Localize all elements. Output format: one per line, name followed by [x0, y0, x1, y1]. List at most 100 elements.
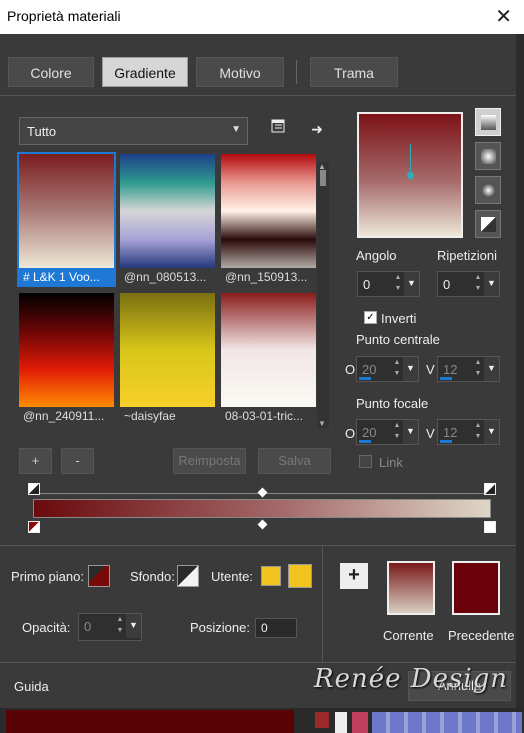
tab-gradiente[interactable]: Gradiente	[102, 57, 188, 87]
angle-handle[interactable]	[407, 172, 414, 179]
repeats-label: Ripetizioni	[437, 248, 497, 263]
foreground-label: Primo piano:	[11, 569, 84, 584]
window-title: Proprietà materiali	[7, 8, 121, 24]
gradient-thumbnail[interactable]: 08-03-01-tric...	[221, 293, 316, 424]
gradient-preview[interactable]	[357, 112, 463, 238]
gradient-grid: # L&K 1 Voo... @nn_080513... @nn_150913...…	[17, 152, 317, 428]
sunburst-style-button[interactable]	[475, 210, 501, 238]
opacity-value: 0	[84, 619, 92, 634]
spin-arrows-icon[interactable]: ▲ ▼	[392, 272, 404, 296]
angle-value: 0	[363, 277, 371, 292]
color-midpoint[interactable]	[257, 519, 268, 530]
gradient-swatch	[19, 154, 114, 268]
opacity-stop-right[interactable]	[484, 483, 496, 495]
gradient-name: 08-03-01-tric...	[225, 409, 304, 423]
spin-arrows-icon[interactable]: ▲ ▼	[391, 357, 403, 381]
opacity-midpoint[interactable]	[257, 487, 268, 498]
chevron-down-icon[interactable]: ▼	[403, 357, 418, 381]
gradient-thumbnail[interactable]: ~daisyfae	[120, 293, 215, 424]
grid-scrollbar[interactable]: ▲ ▼	[317, 162, 329, 428]
background-label: Sfondo:	[130, 569, 175, 584]
chevron-down-icon[interactable]: ▼	[403, 420, 418, 444]
foreground-swatch[interactable]	[88, 565, 110, 587]
rectangular-style-button[interactable]	[475, 142, 501, 170]
title-bar: Proprietà materiali ✕	[0, 0, 524, 34]
scroll-down-icon[interactable]: ▼	[318, 419, 326, 428]
user-swatch[interactable]	[261, 566, 281, 586]
remove-gradient-button[interactable]: -	[61, 448, 94, 474]
color-stop-right[interactable]	[484, 521, 496, 533]
gradient-editor-icon[interactable]	[267, 118, 289, 140]
focal-v-value: 12	[443, 425, 458, 440]
spin-arrows-icon[interactable]: ▲ ▼	[391, 420, 403, 444]
gradient-swatch	[120, 154, 215, 268]
gradient-thumbnail[interactable]: @nn_080513...	[120, 154, 215, 285]
repeats-value: 0	[443, 277, 451, 292]
position-label: Posizione:	[190, 620, 250, 635]
position-input[interactable]: 0	[255, 618, 297, 638]
link-checkbox[interactable]	[359, 455, 372, 468]
gradient-swatch	[120, 293, 215, 407]
focal-point-label: Punto focale	[356, 396, 429, 411]
section-divider	[0, 545, 516, 546]
center-o-label: O	[345, 362, 356, 377]
section-vdivider	[322, 546, 323, 662]
tab-colore[interactable]: Colore	[8, 57, 94, 87]
tab-trama[interactable]: Trama	[310, 57, 398, 87]
close-icon[interactable]: ✕	[495, 4, 512, 29]
focal-o-stepper[interactable]: 20 ▲ ▼ ▼	[356, 419, 419, 445]
focal-o-value: 20	[362, 425, 377, 440]
opacity-stepper[interactable]: 0 ▲ ▼ ▼	[78, 613, 142, 641]
focal-o-label: O	[345, 426, 356, 441]
category-dropdown[interactable]: Tutto ▼	[19, 117, 248, 145]
gradient-name: ~daisyfae	[124, 409, 176, 423]
arrow-right-icon[interactable]: ➜	[306, 118, 328, 140]
add-to-swatches-button[interactable]: +	[340, 563, 368, 589]
scroll-thumb[interactable]	[320, 170, 326, 186]
reset-button[interactable]: Reimposta	[173, 448, 246, 474]
current-swatch[interactable]	[387, 561, 435, 615]
chevron-down-icon[interactable]: ▼	[484, 357, 499, 381]
help-link[interactable]: Guida	[14, 679, 49, 694]
category-value: Tutto	[27, 124, 57, 139]
spin-arrows-icon[interactable]: ▲ ▼	[472, 357, 484, 381]
invert-label: Inverti	[381, 311, 417, 326]
center-o-stepper[interactable]: 20 ▲ ▼ ▼	[356, 356, 419, 382]
chevron-down-icon[interactable]: ▼	[404, 272, 419, 296]
center-v-stepper[interactable]: 12 ▲ ▼ ▼	[437, 356, 500, 382]
gradient-name: @nn_240911...	[23, 409, 105, 423]
radial-style-button[interactable]	[475, 176, 501, 204]
angle-stepper[interactable]: 0 ▲ ▼ ▼	[357, 271, 420, 297]
spin-arrows-icon[interactable]: ▲ ▼	[114, 614, 126, 638]
invert-checkbox[interactable]: ✓	[364, 311, 377, 324]
value-bar	[440, 377, 452, 380]
focal-v-label: V	[426, 426, 435, 441]
angle-label: Angolo	[356, 248, 397, 263]
chevron-down-icon[interactable]: ▼	[126, 614, 141, 638]
spin-arrows-icon[interactable]: ▲ ▼	[472, 420, 484, 444]
spin-arrows-icon[interactable]: ▲ ▼	[472, 272, 484, 296]
gradient-thumbnail[interactable]: @nn_150913...	[221, 154, 316, 285]
background-swatch[interactable]	[177, 565, 199, 587]
add-gradient-button[interactable]: +	[19, 448, 52, 474]
chevron-down-icon[interactable]: ▼	[484, 272, 499, 296]
gradient-swatch	[221, 293, 316, 407]
color-stop-left[interactable]	[28, 521, 40, 533]
tab-motivo[interactable]: Motivo	[196, 57, 284, 87]
gradient-thumbnail[interactable]: @nn_240911...	[19, 293, 114, 424]
save-button[interactable]: Salva	[258, 448, 331, 474]
repeats-stepper[interactable]: 0 ▲ ▼ ▼	[437, 271, 500, 297]
chevron-down-icon: ▼	[231, 124, 241, 135]
chevron-down-icon[interactable]: ▼	[484, 420, 499, 444]
center-o-value: 20	[362, 362, 377, 377]
center-v-value: 12	[443, 362, 458, 377]
value-bar	[359, 440, 371, 443]
opacity-stop-left[interactable]	[28, 483, 40, 495]
user-swatch-large[interactable]	[288, 564, 312, 588]
linear-style-button[interactable]	[475, 108, 501, 136]
focal-v-stepper[interactable]: 12 ▲ ▼ ▼	[437, 419, 500, 445]
gradient-thumbnail[interactable]: # L&K 1 Voo...	[17, 152, 116, 287]
previous-swatch[interactable]	[452, 561, 500, 615]
gradient-name: @nn_080513...	[124, 270, 207, 284]
gradient-bar[interactable]	[33, 499, 491, 518]
